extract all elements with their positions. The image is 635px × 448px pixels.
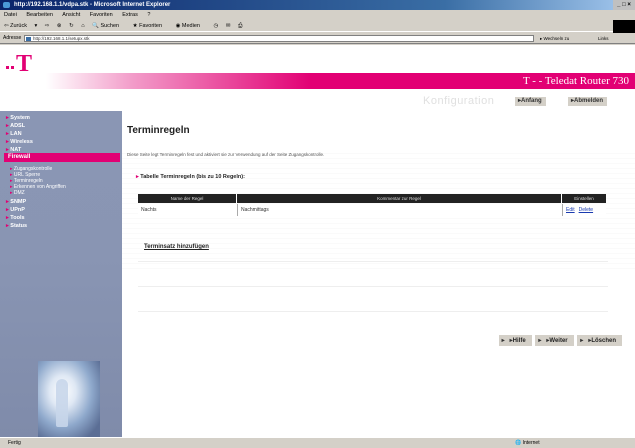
status-zone-label: Internet [522, 440, 540, 446]
rule-actions-cell: Edit Delete [562, 204, 606, 216]
history-icon[interactable]: ◷ [213, 23, 218, 29]
column-header-actions: Einstellen [562, 194, 606, 203]
back-label: Zurück [10, 23, 27, 29]
menu-ansicht[interactable]: Ansicht [62, 12, 80, 18]
sidebar-item-adsl[interactable]: ADSL [6, 123, 25, 129]
refresh-icon[interactable]: ↻ [69, 23, 74, 29]
go-button[interactable]: ▸ Wechseln zu [540, 34, 595, 43]
sidebar-item-wireless[interactable]: Wireless [6, 139, 33, 145]
rule-name-cell: Nachts [138, 204, 237, 216]
ie-logo-icon [3, 2, 10, 8]
figure-silhouette [56, 379, 68, 427]
delete-link[interactable]: Delete [579, 207, 593, 213]
logo-dot-icon [6, 66, 9, 69]
status-bar: Fertig 🌐 Internet [0, 437, 635, 448]
top-navigation: Konfiguration ▸Anfang ▸Abmelden [0, 89, 635, 111]
table-title: Tabelle Terminregeln (bis zu 10 Regeln): [136, 174, 245, 180]
clear-button[interactable]: Löschen [577, 335, 622, 346]
sidebar-item-status[interactable]: Status [6, 223, 27, 229]
add-schedule-link[interactable]: Terminsatz hinzufügen [144, 244, 209, 250]
sidebar-item-system[interactable]: System [6, 115, 30, 121]
rule-comment-cell: Nachmittags [237, 204, 562, 216]
menu-extras[interactable]: Extras [122, 12, 138, 18]
home-nav-label: Anfang [521, 98, 542, 104]
column-header-comment: Kommentar zur Regel [237, 194, 561, 203]
sidebar-item-tools[interactable]: Tools [6, 215, 24, 221]
home-nav-button[interactable]: ▸Anfang [515, 97, 546, 106]
divider [138, 286, 608, 287]
search-button[interactable]: 🔍 Suchen [92, 23, 125, 29]
address-bar: Adresse http://192.168.1.1/setupx.stk ▸ … [0, 33, 635, 44]
home-icon[interactable]: ⌂ [81, 23, 84, 29]
telekom-t-icon: T [16, 51, 33, 77]
action-buttons: Hilfe Weiter Löschen [497, 335, 622, 346]
sidebar: System ADSL LAN Wireless NAT Firewall Zu… [0, 111, 122, 437]
favorites-label: Favoriten [139, 23, 163, 29]
address-input[interactable]: http://192.168.1.1/setupx.stk [24, 35, 534, 42]
stop-icon[interactable]: ⊗ [57, 23, 62, 29]
forward-button[interactable]: ⇨ [45, 23, 50, 29]
status-text: Fertig [8, 440, 21, 446]
router-brand-title: T - - Teledat Router 730 [522, 75, 629, 87]
help-label: Hilfe [506, 336, 529, 345]
browser-toolbar: ⇦ Zurück ▾ ⇨ ⊗ ↻ ⌂ 🔍 Suchen ★ Favoriten … [0, 20, 613, 32]
menu-favoriten[interactable]: Favoriten [90, 12, 113, 18]
help-button[interactable]: Hilfe [498, 335, 532, 346]
column-header-name: Name der Regel [138, 194, 236, 203]
router-page: T T - - Teledat Router 730 Konfiguration… [0, 45, 635, 437]
links-button[interactable]: Links [598, 34, 609, 43]
logout-nav-label: Abmelden [574, 98, 604, 104]
sidebar-subitem-dmz[interactable]: DMZ [10, 190, 25, 196]
go-label: Wechseln zu [543, 36, 570, 41]
address-label: Adresse [3, 35, 22, 41]
back-button[interactable]: ⇦ Zurück ▾ [4, 23, 37, 29]
sidebar-item-upnp[interactable]: UPnP [6, 207, 25, 213]
menu-bearbeiten[interactable]: Bearbeiten [26, 12, 53, 18]
brand-header: T T - - Teledat Router 730 [0, 45, 635, 95]
mail-icon[interactable]: ✉ [226, 23, 231, 29]
sidebar-item-firewall-label: Firewall [8, 154, 31, 160]
page-title: Terminregeln [127, 125, 190, 136]
divider [138, 311, 608, 312]
logout-nav-button[interactable]: ▸Abmelden [568, 97, 608, 106]
window-titlebar: http://192.168.1.1/vdpa.stk - Microsoft … [0, 0, 635, 10]
media-button[interactable]: ◉ Medien [176, 23, 206, 29]
edit-link[interactable]: Edit [566, 207, 575, 213]
sidebar-decorative-image [38, 361, 100, 437]
divider [138, 261, 608, 262]
menu-datei[interactable]: Datei [4, 12, 17, 18]
window-controls[interactable]: _ □ × [613, 0, 635, 10]
next-label: Weiter [543, 336, 571, 345]
section-title: Konfiguration [423, 95, 495, 107]
telekom-logo: T [6, 52, 46, 76]
logo-dot-icon [11, 66, 14, 69]
media-label: Medien [181, 23, 200, 29]
main-content: Terminregeln Diese Seite legt Terminrege… [122, 111, 635, 437]
window-title: http://192.168.1.1/vdpa.stk - Microsoft … [14, 2, 171, 8]
sidebar-item-lan[interactable]: LAN [6, 131, 21, 137]
search-label: Suchen [100, 23, 120, 29]
print-icon[interactable]: ⎙ [238, 23, 242, 29]
clear-label: Löschen [585, 336, 619, 345]
page-intro: Diese Seite legt Terminregeln fest und a… [127, 152, 325, 157]
sidebar-item-firewall[interactable]: Firewall [4, 153, 120, 162]
menu-help[interactable]: ? [147, 12, 150, 18]
sidebar-item-snmp[interactable]: SNMP [6, 199, 26, 205]
status-zone: 🌐 Internet [515, 440, 540, 446]
next-button[interactable]: Weiter [535, 335, 574, 346]
menu-bar: Datei Bearbeiten Ansicht Favoriten Extra… [0, 10, 635, 20]
favorites-button[interactable]: ★ Favoriten [133, 23, 168, 29]
